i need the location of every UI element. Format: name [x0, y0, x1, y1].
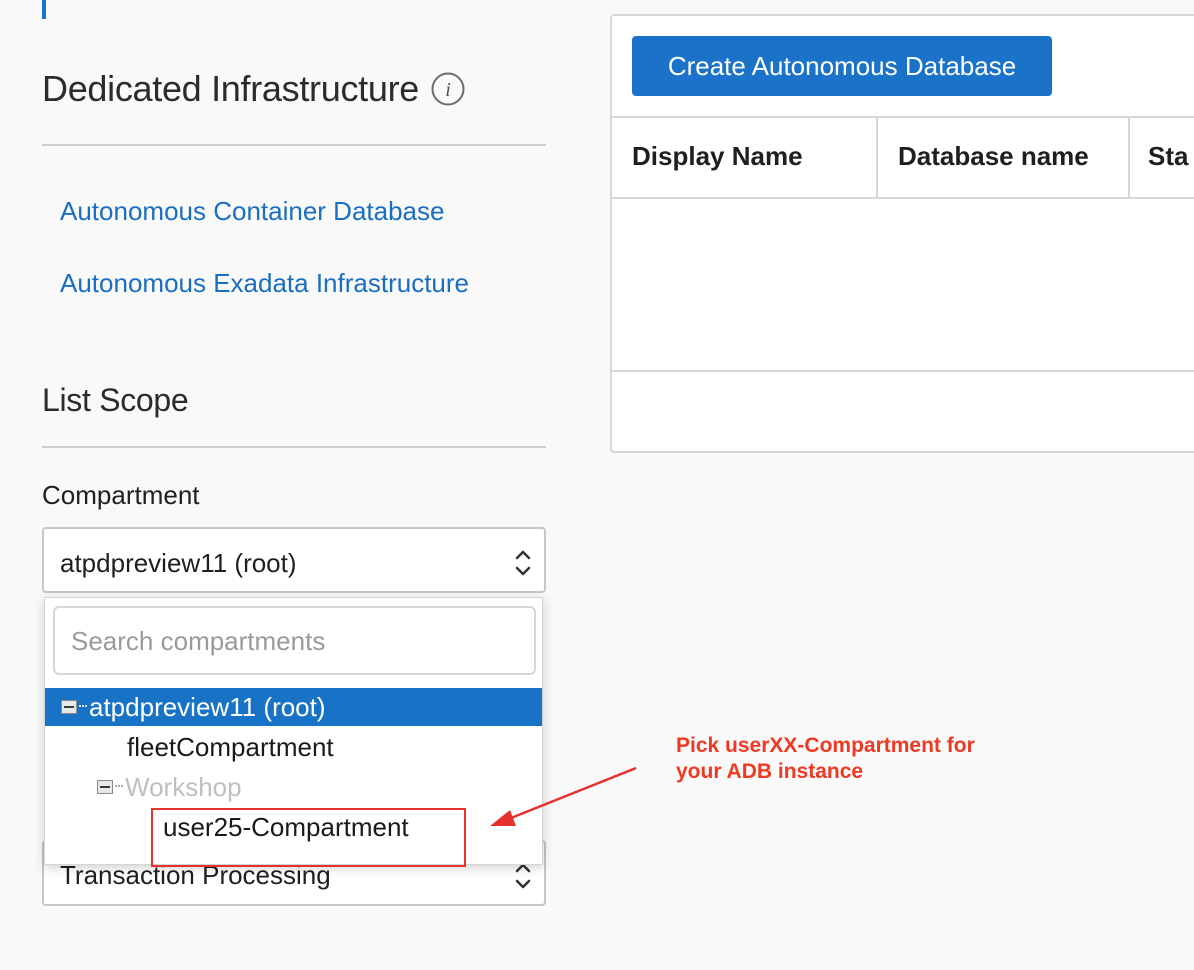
divider [42, 144, 546, 146]
column-divider [876, 118, 878, 198]
create-autonomous-database-button[interactable]: Create Autonomous Database [632, 36, 1052, 96]
top-accent-bar [42, 0, 46, 19]
table-border [612, 116, 1194, 118]
table-border [612, 370, 1194, 372]
tree-item-fleetcompartment[interactable]: fleetCompartment [45, 728, 542, 766]
tree-connector [79, 705, 87, 709]
list-scope-title: List Scope [42, 382, 189, 418]
link-autonomous-exadata-infrastructure[interactable]: Autonomous Exadata Infrastructure [60, 268, 469, 299]
table-border [612, 197, 1194, 199]
dedicated-infrastructure-title: Dedicated Infrastructure [42, 68, 419, 109]
chevron-updown-icon [515, 550, 531, 576]
highlight-box [151, 808, 466, 867]
compartment-select[interactable]: atpdpreview11 (root) [42, 527, 546, 593]
divider [42, 446, 546, 448]
column-header-display-name[interactable]: Display Name [632, 141, 803, 172]
tree-item-workshop[interactable]: Workshop [45, 768, 542, 806]
link-autonomous-container-database[interactable]: Autonomous Container Database [60, 196, 444, 227]
collapse-icon[interactable] [97, 780, 113, 794]
search-compartments-field[interactable] [53, 606, 536, 675]
tree-connector [115, 785, 123, 789]
column-header-database-name[interactable]: Database name [898, 141, 1089, 172]
column-header-state[interactable]: Sta [1148, 141, 1188, 172]
search-compartments-input[interactable] [69, 622, 513, 660]
column-divider [1128, 118, 1130, 198]
dedicated-infrastructure-header: Dedicated Infrastructure i [42, 68, 465, 110]
annotation-text: Pick userXX-Compartment for your ADB ins… [676, 733, 975, 785]
compartment-label: Compartment [42, 480, 200, 510]
info-icon[interactable]: i [431, 72, 465, 106]
annotation-arrow-icon [490, 766, 637, 826]
compartment-select-value: atpdpreview11 (root) [60, 548, 297, 578]
annotation-line-1: Pick userXX-Compartment for [676, 734, 975, 757]
tree-item-label: atpdpreview11 (root) [89, 691, 326, 722]
tree-item-label: fleetCompartment [127, 731, 334, 762]
tree-item-label: Workshop [125, 771, 242, 802]
annotation-line-2: your ADB instance [676, 760, 864, 783]
collapse-icon[interactable] [61, 700, 77, 714]
tree-item-root[interactable]: atpdpreview11 (root) [45, 688, 542, 726]
svg-text:i: i [445, 79, 451, 101]
